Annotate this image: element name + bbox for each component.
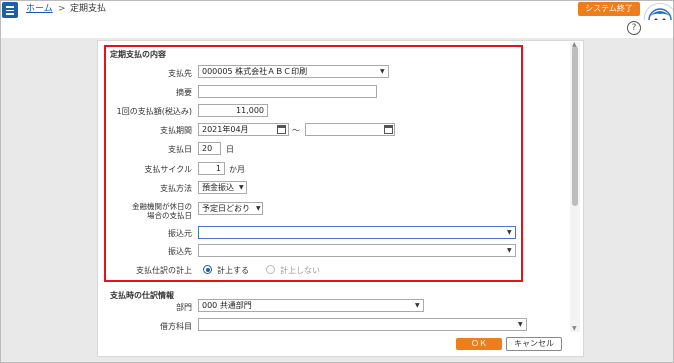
memo-label: 摘要 — [176, 88, 192, 97]
payee-select[interactable]: 000005 株式会社ＡＢＣ印刷 — [198, 65, 389, 78]
calendar-icon[interactable] — [384, 125, 393, 134]
section-title-journal: 支払時の仕訳情報 — [110, 291, 174, 300]
memo-input[interactable] — [198, 85, 377, 98]
debit-account-label: 借方科目 — [160, 322, 192, 331]
transfer-from-label: 振込元 — [168, 229, 192, 238]
breadcrumb-current: 定期支払 — [70, 4, 107, 14]
chevron-down-icon: ▼ — [518, 321, 523, 328]
ok-button[interactable]: ＯＫ — [456, 338, 502, 350]
department-select[interactable]: 000 共通部門 — [198, 299, 424, 312]
period-label: 支払期間 — [160, 126, 192, 135]
chevron-down-icon: ▼ — [256, 205, 261, 212]
cycle-unit: か月 — [229, 165, 245, 174]
system-exit-button[interactable]: システム終了 — [578, 2, 640, 16]
journal-option-off[interactable]: 計上しない — [280, 265, 320, 276]
pay-day-input[interactable]: 20 — [198, 142, 221, 155]
period-end-input[interactable] — [305, 123, 395, 136]
calendar-icon[interactable] — [277, 125, 286, 134]
transfer-from-select[interactable] — [198, 226, 516, 239]
scrollbar-thumb[interactable] — [572, 46, 578, 206]
transfer-to-select[interactable] — [198, 244, 516, 257]
method-label: 支払方法 — [160, 184, 192, 193]
pay-day-label: 支払日 — [168, 145, 192, 154]
journal-radio-on[interactable] — [203, 265, 212, 274]
transfer-to-label: 振込先 — [168, 247, 192, 256]
cycle-input[interactable]: 1 — [198, 162, 225, 175]
cycle-label: 支払サイクル — [144, 165, 192, 174]
payee-label: 支払先 — [168, 69, 192, 78]
department-label: 部門 — [176, 303, 192, 312]
chevron-down-icon: ▼ — [239, 184, 244, 191]
amount-input[interactable]: 11,000 — [198, 104, 268, 117]
chevron-down-icon: ▼ — [507, 247, 512, 254]
period-tilde: ～ — [292, 126, 300, 135]
chevron-down-icon: ▼ — [507, 229, 512, 236]
journal-radio-off[interactable] — [266, 265, 275, 274]
chevron-down-icon: ▼ — [415, 302, 420, 309]
help-icon[interactable]: ? — [627, 21, 641, 35]
holiday-select[interactable]: 予定日どおり — [198, 202, 263, 215]
pay-day-unit: 日 — [226, 145, 234, 154]
holiday-label-line1: 金融機関が休日の — [132, 202, 192, 211]
menu-button[interactable] — [2, 2, 18, 18]
section-title-regular-payment: 定期支払の内容 — [110, 50, 166, 59]
period-start-input[interactable]: 2021年04月 — [198, 123, 289, 136]
chevron-down-icon: ▼ — [380, 68, 385, 75]
amount-label: 1回の支払額(税込み) — [116, 107, 192, 116]
sub-bar — [0, 20, 674, 38]
scroll-down-icon[interactable]: ▼ — [572, 325, 577, 332]
journal-label: 支払仕訳の計上 — [136, 266, 192, 275]
holiday-label-line2: 場合の支払日 — [147, 211, 192, 220]
debit-account-select[interactable] — [198, 318, 527, 331]
scroll-up-icon[interactable]: ▲ — [572, 41, 577, 48]
cancel-button[interactable]: キャンセル — [506, 337, 562, 351]
breadcrumb-home[interactable]: ホーム — [26, 3, 53, 15]
journal-option-on[interactable]: 計上する — [217, 265, 249, 276]
breadcrumb-separator: > — [58, 4, 66, 14]
